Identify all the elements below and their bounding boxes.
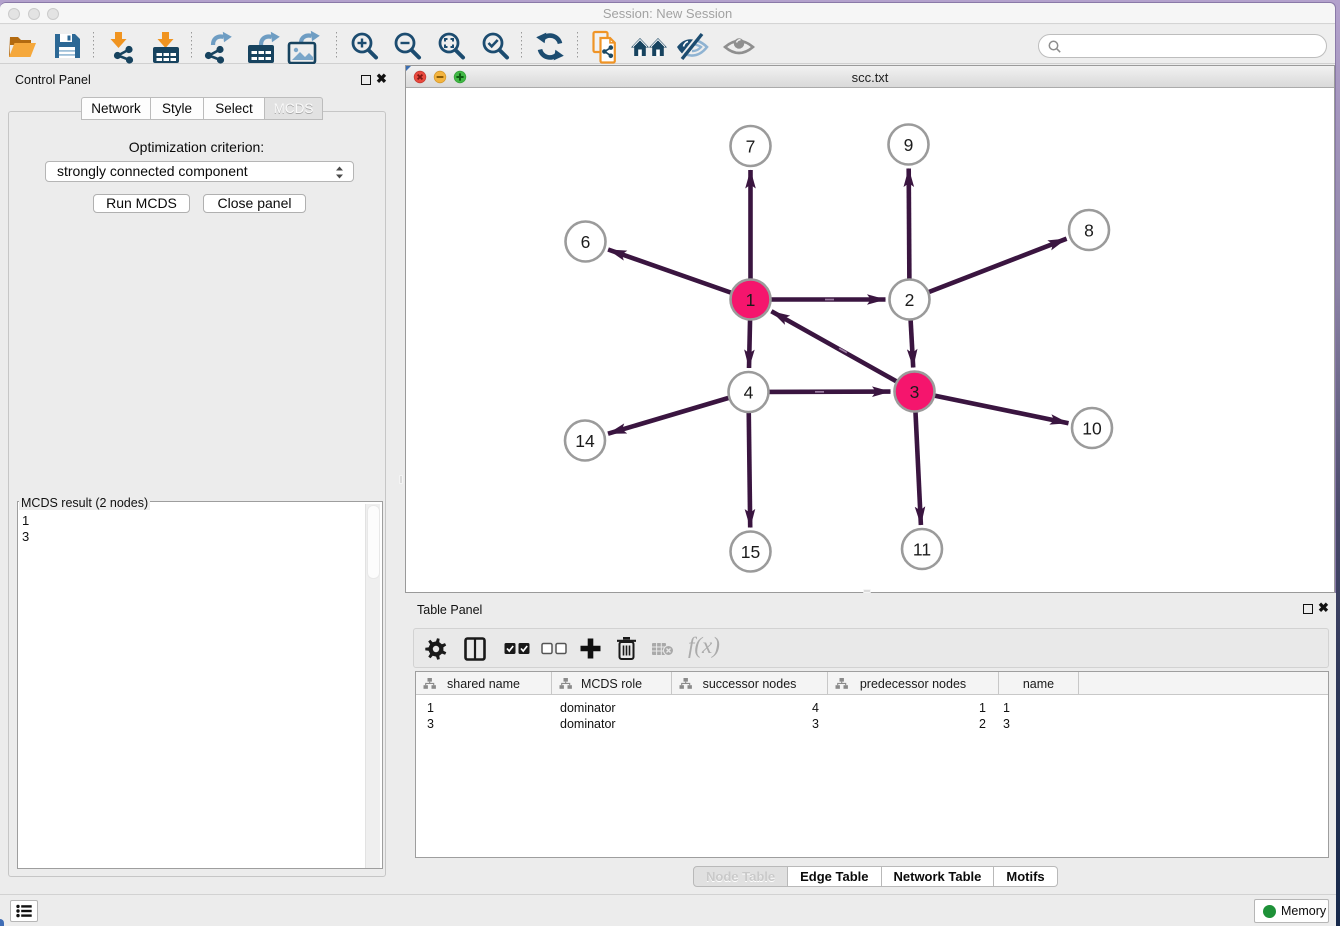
svg-text:6: 6 (581, 232, 591, 252)
svg-text:1: 1 (746, 290, 756, 310)
svg-text:4: 4 (744, 383, 754, 403)
svg-text:2: 2 (905, 290, 915, 310)
svg-text:10: 10 (1082, 419, 1102, 439)
svg-text:15: 15 (741, 542, 760, 562)
svg-text:14: 14 (575, 431, 595, 451)
svg-text:8: 8 (1084, 221, 1094, 241)
svg-text:11: 11 (913, 540, 931, 560)
svg-text:9: 9 (904, 135, 914, 155)
svg-text:7: 7 (746, 137, 756, 157)
svg-text:3: 3 (910, 382, 920, 402)
